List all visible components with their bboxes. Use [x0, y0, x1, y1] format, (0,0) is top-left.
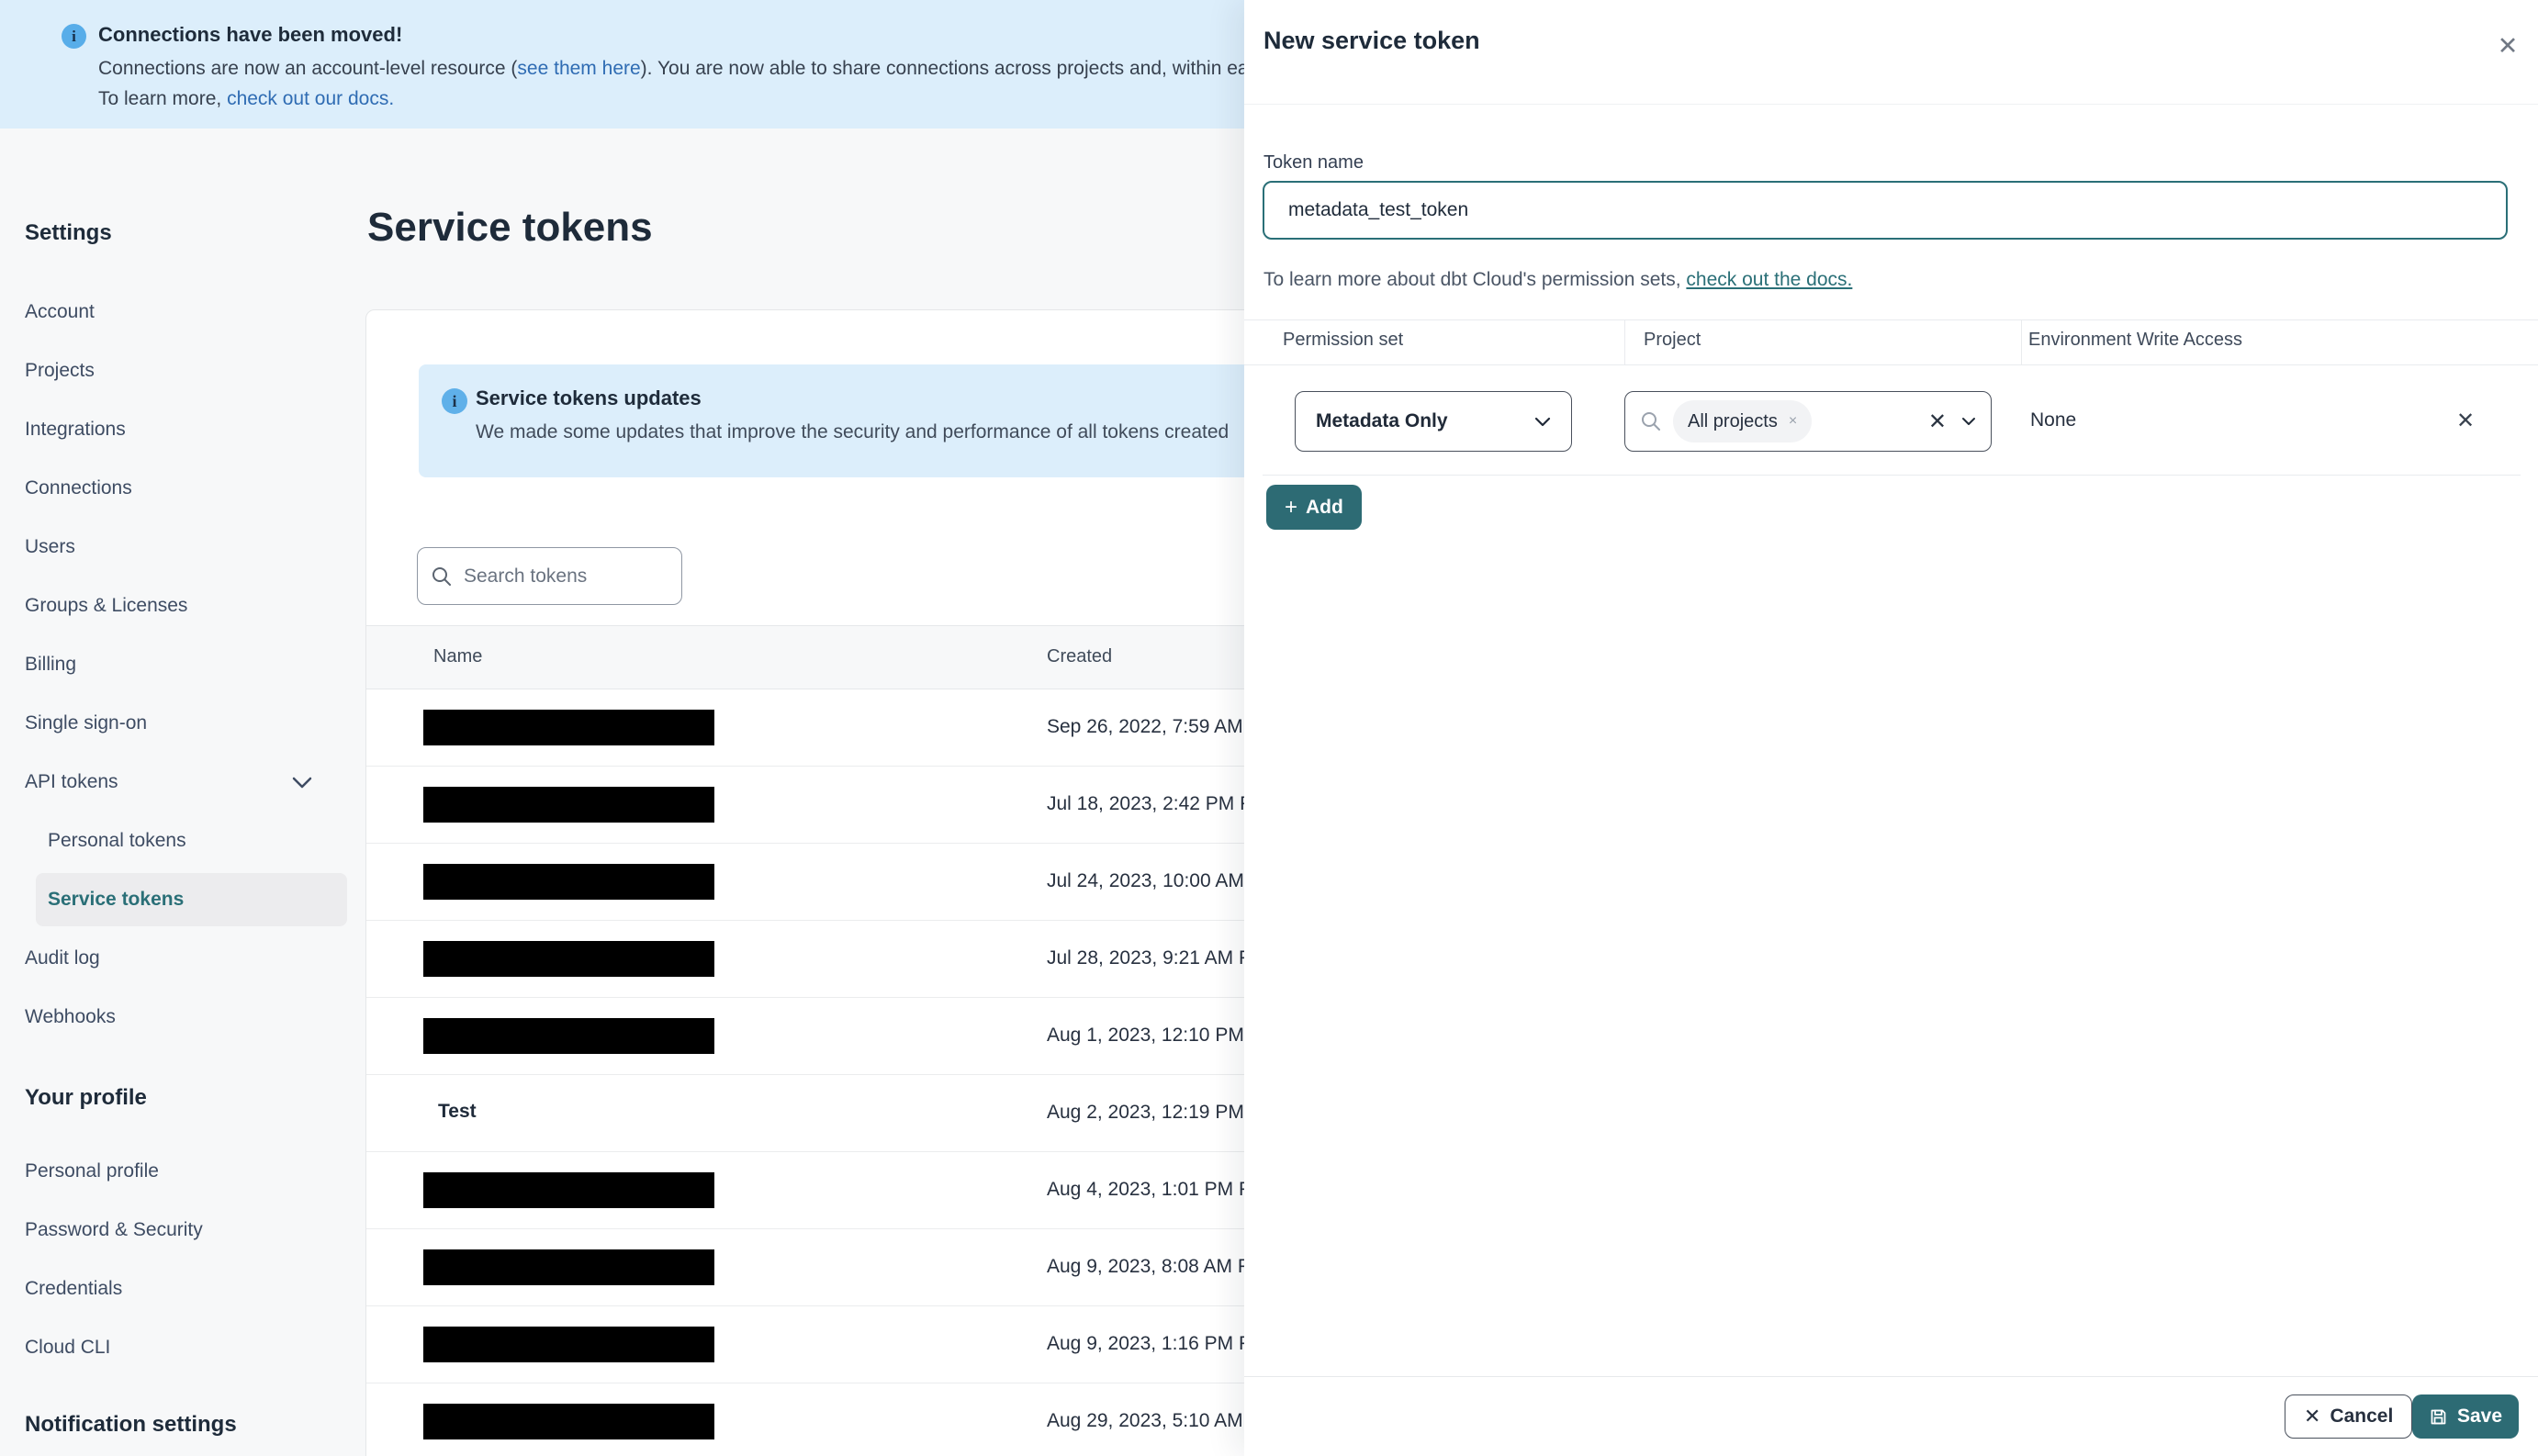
- token-created-date: Aug 4, 2023, 1:01 PM PDT: [1047, 1179, 1277, 1200]
- column-header-environment-write-access: Environment Write Access: [2028, 330, 2243, 350]
- redacted-token-name: [423, 710, 714, 745]
- check-out-the-docs-link[interactable]: check out the docs.: [1686, 269, 1852, 290]
- column-header-permission-set: Permission set: [1283, 330, 1404, 350]
- search-icon: [1640, 410, 1662, 432]
- redacted-token-name: [423, 1249, 714, 1285]
- see-them-here-link[interactable]: see them here: [517, 58, 640, 79]
- token-name-label: Token name: [1263, 152, 1364, 173]
- sidebar-item-users[interactable]: Users: [0, 518, 365, 577]
- sidebar-item-credentials[interactable]: Credentials: [0, 1260, 365, 1318]
- sidebar-item-personal-tokens[interactable]: Personal tokens: [0, 812, 365, 870]
- permissions-bottom-divider: [1263, 475, 2521, 476]
- add-permission-button[interactable]: + Add: [1266, 485, 1362, 530]
- header-column-divider: [1624, 319, 1625, 364]
- sidebar-item-single-sign-on[interactable]: Single sign-on: [0, 694, 365, 753]
- chevron-down-icon: [292, 777, 312, 789]
- token-created-date: Aug 9, 2023, 1:16 PM PDT: [1047, 1333, 1277, 1354]
- search-input[interactable]: [464, 565, 668, 588]
- chip-remove-icon[interactable]: ×: [1789, 413, 1797, 430]
- info-icon: i: [442, 388, 467, 414]
- sidebar-item-groups-licenses[interactable]: Groups & Licenses: [0, 577, 365, 635]
- redacted-token-name: [423, 1172, 714, 1208]
- permissions-header-top-border: [1244, 319, 2538, 320]
- chevron-down-icon: [1534, 417, 1551, 427]
- sidebar-item-projects[interactable]: Projects: [0, 342, 365, 400]
- sidebar-item-audit-log[interactable]: Audit log: [0, 929, 365, 988]
- cancel-button[interactable]: ✕ Cancel: [2285, 1394, 2413, 1439]
- column-header-created: Created: [1047, 646, 1113, 666]
- sidebar-heading-your-profile: Your profile: [25, 1085, 147, 1110]
- sidebar-item-account[interactable]: Account: [0, 283, 365, 342]
- cancel-button-label: Cancel: [2330, 1406, 2394, 1427]
- token-name: Test: [438, 1101, 477, 1122]
- sidebar-item-api-tokens-label: API tokens: [25, 771, 118, 792]
- save-button-label: Save: [2457, 1406, 2503, 1427]
- token-created-date: Aug 9, 2023, 8:08 AM PDT: [1047, 1256, 1276, 1277]
- plus-icon: +: [1285, 494, 1298, 520]
- info-icon: i: [62, 24, 86, 49]
- sidebar-item-password-security[interactable]: Password & Security: [0, 1201, 365, 1260]
- search-tokens-box[interactable]: [417, 547, 682, 605]
- sidebar-item-personal-profile[interactable]: Personal profile: [0, 1142, 365, 1201]
- token-created-date: Jul 28, 2023, 9:21 AM PDT: [1047, 947, 1277, 969]
- redacted-token-name: [423, 941, 714, 977]
- clear-selection-icon[interactable]: ✕: [1919, 409, 1956, 435]
- redacted-token-name: [423, 1018, 714, 1054]
- sidebar-item-api-tokens[interactable]: API tokens: [0, 753, 365, 812]
- permission-set-value: Metadata Only: [1316, 410, 1448, 431]
- close-icon: ✕: [2304, 1405, 2321, 1428]
- close-icon[interactable]: ✕: [2491, 29, 2524, 62]
- permission-docs-text: To learn more about dbt Cloud's permissi…: [1263, 269, 1852, 291]
- docs-text-prefix: To learn more about dbt Cloud's permissi…: [1263, 269, 1687, 290]
- column-header-project: Project: [1644, 330, 1701, 350]
- sidebar-item-billing[interactable]: Billing: [0, 635, 365, 694]
- page-title: Service tokens: [367, 205, 653, 250]
- redacted-token-name: [423, 1404, 714, 1439]
- new-service-token-panel: New service token ✕ Token name To learn …: [1244, 0, 2538, 1456]
- environment-write-access-value: None: [2030, 409, 2077, 431]
- sidebar-heading-notification-settings: Notification settings: [25, 1412, 237, 1437]
- column-header-name: Name: [433, 646, 483, 666]
- header-column-divider: [2021, 319, 2022, 364]
- token-name-input[interactable]: [1263, 181, 2508, 240]
- notice-body: We made some updates that improve the se…: [476, 421, 1230, 442]
- banner-line2-suffix: ). You are now able to share connections…: [640, 58, 1292, 79]
- notice-title: Service tokens updates: [476, 386, 702, 409]
- check-our-docs-link[interactable]: check out our docs.: [227, 88, 394, 109]
- remove-permission-row-icon[interactable]: ✕: [2449, 404, 2482, 437]
- save-icon: [2429, 1407, 2448, 1427]
- redacted-token-name: [423, 1327, 714, 1362]
- sidebar-item-integrations[interactable]: Integrations: [0, 400, 365, 459]
- chevron-down-icon[interactable]: [1956, 417, 1976, 426]
- permissions-header-bottom-border: [1244, 364, 2538, 365]
- sidebar-item-service-tokens[interactable]: Service tokens: [36, 873, 347, 926]
- sidebar-item-connections[interactable]: Connections: [0, 459, 365, 518]
- sidebar-heading-settings: Settings: [25, 220, 112, 245]
- panel-title: New service token: [1263, 27, 1480, 54]
- banner-line3-prefix: To learn more,: [98, 88, 228, 109]
- banner-title: Connections have been moved!: [98, 23, 403, 46]
- project-multiselect[interactable]: All projects × ✕: [1624, 391, 1992, 452]
- sidebar-item-webhooks[interactable]: Webhooks: [0, 988, 365, 1047]
- banner-line2-prefix: Connections are now an account-level res…: [98, 58, 518, 79]
- panel-footer-divider: [1244, 1376, 2538, 1377]
- add-button-label: Add: [1306, 496, 1343, 518]
- panel-header-divider: [1244, 104, 2538, 105]
- banner-line2: Connections are now an account-level res…: [98, 58, 1291, 80]
- sidebar-item-cloud-cli[interactable]: Cloud CLI: [0, 1318, 365, 1377]
- redacted-token-name: [423, 787, 714, 823]
- permission-set-select[interactable]: Metadata Only: [1295, 391, 1572, 452]
- settings-sidebar: Settings Account Projects Integrations C…: [0, 129, 365, 1456]
- search-icon: [431, 566, 453, 588]
- redacted-token-name: [423, 864, 714, 900]
- save-button[interactable]: Save: [2412, 1394, 2520, 1439]
- all-projects-chip[interactable]: All projects ×: [1673, 400, 1813, 442]
- all-projects-chip-label: All projects: [1688, 410, 1778, 431]
- banner-line3: To learn more, check out our docs.: [98, 88, 394, 110]
